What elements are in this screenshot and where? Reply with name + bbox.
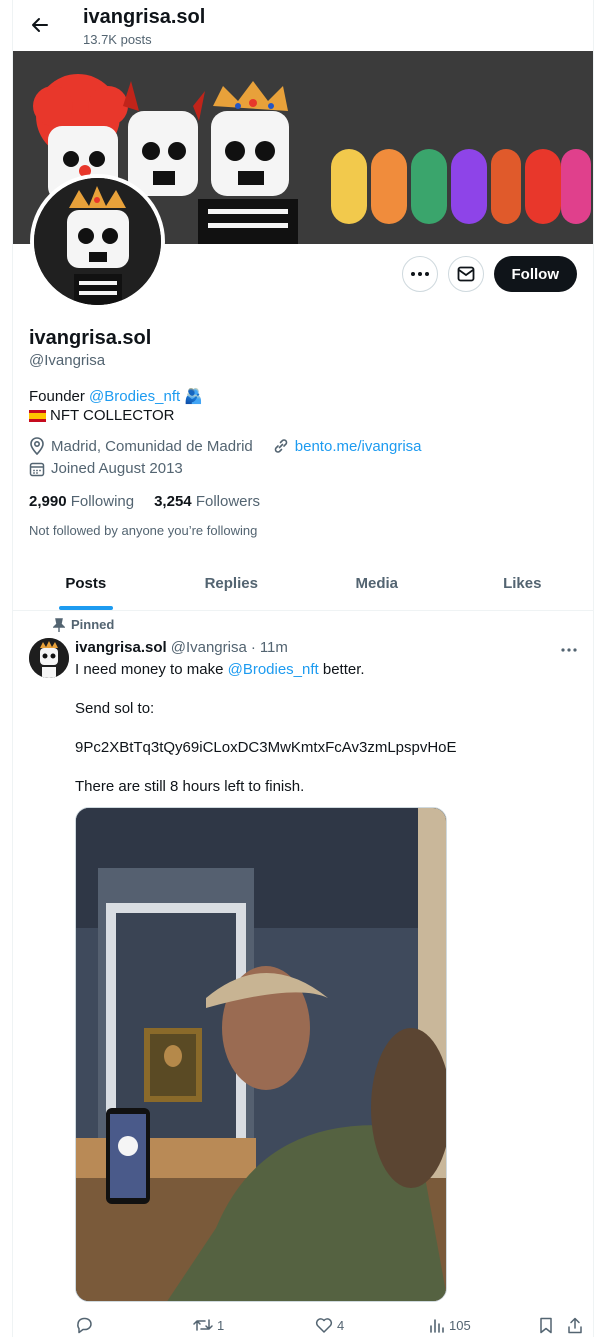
- following-link[interactable]: 2,990 Following: [29, 493, 134, 510]
- tweet-separator: ·: [250, 639, 256, 656]
- tweet-more-icon[interactable]: [561, 636, 577, 657]
- profile-avatar[interactable]: [30, 174, 165, 309]
- tweet-line-1-post: better.: [318, 661, 365, 678]
- like-count: 4: [337, 1317, 345, 1333]
- top-bar: ivangrisa.sol 13.7K posts: [13, 0, 593, 50]
- tweet-line-4: There are still 8 hours left to finish.: [75, 778, 305, 795]
- message-button[interactable]: [447, 256, 484, 292]
- pinned-label: Pinned: [71, 617, 115, 632]
- profile-tabs: Posts Replies Media Likes: [13, 557, 594, 611]
- tweet-line-2: Send sol to:: [75, 700, 155, 717]
- profile-name: ivangrisa.sol: [29, 327, 152, 349]
- profile-page: ivangrisa.sol 13.7K posts Follow ivangri…: [12, 0, 594, 1337]
- calendar-icon: [29, 462, 45, 476]
- tweet-line-1: I need money to make @Brodies_nft better…: [75, 660, 575, 680]
- tweet-author-name[interactable]: ivangrisa.sol: [75, 639, 167, 656]
- profile-meta-location-row: Madrid, Comunidad de Madrid bento.me/iva…: [29, 437, 422, 455]
- tweet-time[interactable]: 11m: [260, 639, 288, 656]
- tweet-line-1-pre: I need money to make: [75, 661, 228, 678]
- spain-flag-icon: [29, 409, 46, 422]
- link-icon: [274, 439, 288, 453]
- share-button[interactable]: [567, 1317, 583, 1334]
- envelope-icon: [457, 266, 474, 282]
- bio-line-1: Founder @Brodies_nft 🫂: [29, 387, 203, 405]
- profile-website-link[interactable]: bento.me/ivangrisa: [295, 438, 422, 455]
- profile-joined: Joined August 2013: [51, 460, 183, 477]
- reply-icon: [77, 1317, 92, 1334]
- profile-meta-joined-row: Joined August 2013: [29, 460, 183, 477]
- bio-line-2-text: NFT COLLECTOR: [50, 407, 175, 424]
- tab-media[interactable]: Media: [304, 557, 450, 610]
- following-count: 2,990: [29, 493, 67, 510]
- repost-button[interactable]: 1: [193, 1317, 224, 1333]
- location-pin-icon: [30, 437, 44, 455]
- like-button[interactable]: 4: [315, 1317, 344, 1333]
- share-icon: [568, 1317, 582, 1333]
- header-post-count: 13.7K posts: [83, 32, 152, 47]
- bio-emoji: 🫂: [184, 388, 204, 405]
- following-label: Following: [70, 493, 135, 510]
- bio-prefix: Founder: [29, 388, 90, 405]
- tweet-avatar[interactable]: [29, 638, 69, 678]
- not-followed-note: Not followed by anyone you’re following: [29, 523, 258, 538]
- tweet-text: I need money to make @Brodies_nft better…: [75, 660, 575, 816]
- reply-button[interactable]: [75, 1316, 93, 1334]
- views-count: 105: [449, 1317, 471, 1333]
- tweet-mention-link[interactable]: @Brodies_nft: [228, 661, 319, 678]
- tab-posts[interactable]: Posts: [13, 557, 159, 610]
- tweet-address: 9Pc2XBtTq3tQy69iCLoxDC3MwKmtxFcAv3zmLpsp…: [75, 739, 457, 756]
- followers-label: Followers: [195, 493, 260, 510]
- tweet-photo[interactable]: [75, 807, 447, 1302]
- profile-actions: Follow: [401, 256, 577, 292]
- tweet-author-handle[interactable]: @Ivangrisa: [171, 639, 247, 656]
- bio-mention-link[interactable]: @Brodies_nft: [89, 388, 180, 405]
- bookmark-button[interactable]: [539, 1317, 553, 1334]
- tab-replies[interactable]: Replies: [159, 557, 305, 610]
- tweet-action-bar: 1 4 105: [75, 1313, 585, 1337]
- views-icon: [430, 1319, 444, 1333]
- repost-count: 1: [217, 1317, 225, 1333]
- profile-handle: @Ivangrisa: [29, 352, 106, 369]
- profile-location: Madrid, Comunidad de Madrid: [51, 437, 253, 455]
- followers-link[interactable]: 3,254 Followers: [154, 493, 260, 510]
- tweet-header: ivangrisa.sol @Ivangrisa · 11m: [75, 639, 288, 656]
- more-options-button[interactable]: [401, 256, 438, 292]
- heart-icon: [315, 1318, 333, 1333]
- repost-icon: [193, 1319, 213, 1331]
- tab-likes[interactable]: Likes: [450, 557, 594, 610]
- follow-counts: 2,990 Following 3,254 Followers: [29, 493, 260, 510]
- bookmark-icon: [540, 1317, 552, 1333]
- header-title: ivangrisa.sol: [83, 6, 206, 28]
- followers-count: 3,254: [154, 493, 192, 510]
- follow-button[interactable]: Follow: [493, 256, 577, 292]
- pin-icon: [53, 617, 65, 632]
- bio-line-2: NFT COLLECTOR: [29, 407, 174, 424]
- pinned-indicator: Pinned: [53, 617, 114, 632]
- back-arrow-icon[interactable]: [27, 12, 53, 38]
- views-button[interactable]: 105: [429, 1317, 471, 1333]
